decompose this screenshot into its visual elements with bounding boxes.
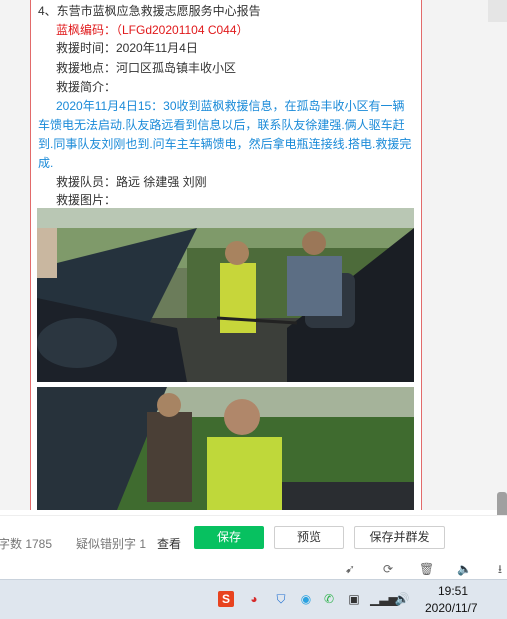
download-icon[interactable]: ⭳: [493, 562, 507, 576]
clock-time[interactable]: 19:51: [438, 584, 468, 598]
save-button[interactable]: 保存: [194, 526, 264, 549]
intro-line: 成.: [38, 156, 54, 170]
save-and-publish-button[interactable]: 保存并群发: [354, 526, 445, 549]
report-time: 救援时间：2020年11月4日: [56, 41, 198, 55]
view-typos-link[interactable]: 查看: [157, 535, 181, 552]
side-tab[interactable]: [488, 0, 507, 22]
app-logo-icon[interactable]: ◕: [246, 591, 262, 607]
editor-action-bar: 字数 1785 疑似错别字 1 查看 保存 预览 保存并群发: [0, 515, 507, 559]
trash-icon[interactable]: 🗑: [419, 562, 434, 576]
sogou-s-icon[interactable]: S: [218, 591, 234, 607]
network-icon[interactable]: ◉: [298, 591, 314, 607]
refresh-icon[interactable]: ⟳: [381, 562, 395, 576]
report-intro-label: 救援简介：: [56, 80, 117, 94]
report-place: 救援地点：河口区孤岛镇丰收小区: [56, 61, 237, 75]
report-photos-label: 救援图片：: [56, 193, 117, 207]
speaker-icon[interactable]: 🔊: [394, 591, 410, 607]
tool-strip: ➹ ⟳ 🗑 🔈 ⭳: [0, 559, 507, 579]
word-count: 字数 1785: [0, 537, 53, 551]
shield-icon[interactable]: ⛉: [273, 591, 289, 607]
report-intro-text: 2020年11月4日15：30收到蓝枫救援信息，在孤岛丰收小区有一辆 车馈电无法…: [38, 97, 418, 173]
signal-icon[interactable]: ▁▃▅: [370, 591, 398, 607]
rescue-photo-1[interactable]: [37, 208, 414, 382]
intro-line: 车馈电无法启动.队友路远看到信息以后，联系队友徐建强.俩人驱车赶: [38, 118, 405, 132]
report-members: 救援队员：路远 徐建强 刘刚: [56, 175, 207, 189]
editor-area: 4、东营市蓝枫应急救援志愿服务中心报告 蓝枫编码：（LFGd20201104 C…: [0, 0, 507, 550]
intro-line: 到.同事队友刘刚也到.问车主车辆馈电，然后拿电瓶连接线.搭电.救援完: [38, 137, 412, 151]
clock-date[interactable]: 2020/11/7: [425, 601, 478, 615]
typo-count: 疑似错别字 1: [76, 537, 147, 551]
report-heading: 4、东营市蓝枫应急救援志愿服务中心报告: [38, 4, 261, 18]
preview-button[interactable]: 预览: [274, 526, 344, 549]
wechat-icon[interactable]: ✆: [321, 591, 337, 607]
report-code: 蓝枫编码：（LFGd20201104 C044）: [56, 23, 249, 37]
rescue-photo-2[interactable]: [37, 387, 414, 510]
taskbar: S ◕ ⛉ ◉ ✆ ▣ ▁▃▅ 🔊 19:51 2020/11/7: [0, 579, 507, 619]
intro-line: 2020年11月4日15：30收到蓝枫救援信息，在孤岛丰收小区有一辆: [56, 99, 405, 113]
device-icon[interactable]: ▣: [346, 591, 362, 607]
rocket-icon[interactable]: ➹: [343, 562, 357, 576]
volume-icon[interactable]: 🔈: [457, 562, 472, 576]
